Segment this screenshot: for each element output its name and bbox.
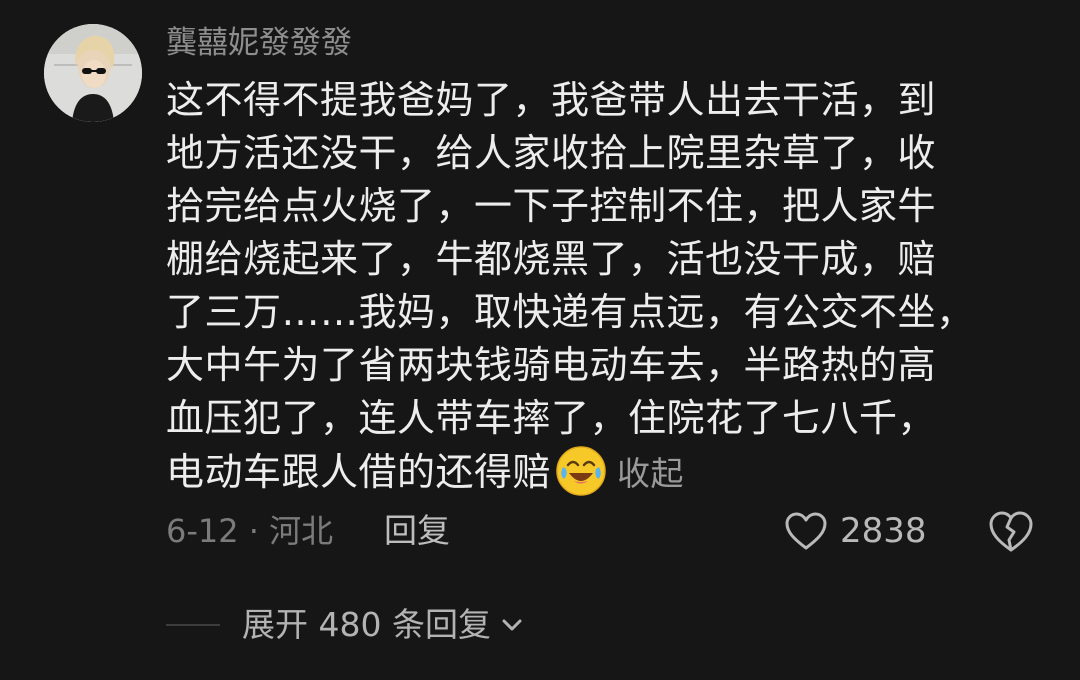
comment-line: 棚给烧起来了，牛都烧黑了，活也没干成，赔 bbox=[166, 237, 937, 281]
avatar[interactable] bbox=[44, 24, 142, 122]
comment-text: 这不得不提我爸妈了，我爸带人出去干活，到 地方活还没干，给人家收拾上院里杂草了，… bbox=[166, 74, 1006, 498]
chevron-down-icon bbox=[502, 619, 522, 631]
divider bbox=[166, 624, 220, 626]
username[interactable]: 龔囍妮發發發 bbox=[166, 20, 352, 66]
heart-icon bbox=[785, 512, 827, 550]
reply-button[interactable]: 回复 bbox=[384, 506, 450, 556]
crying-laughing-emoji bbox=[556, 446, 606, 496]
expand-replies-label: 展开 480 条回复 bbox=[242, 605, 491, 644]
comment-line: 电动车跟人借的还得赔 bbox=[166, 450, 552, 494]
comment-line: 拾完给点火烧了，一下子控制不住，把人家牛 bbox=[166, 184, 937, 228]
comment-line: 了三万……我妈，取快递有点远，有公交不坐， bbox=[166, 290, 975, 334]
broken-heart-icon bbox=[989, 511, 1033, 552]
comment-line: 血压犯了，连人带车摔了，住院花了七八千， bbox=[166, 396, 937, 440]
comment-line: 这不得不提我爸妈了，我爸带人出去干活，到 bbox=[166, 78, 937, 122]
like-button[interactable]: 2838 bbox=[784, 504, 927, 558]
comment-last-line: 电动车跟人借的还得赔 收起 bbox=[166, 445, 1006, 498]
comment-line: 大中午为了省两块钱骑电动车去，半路热的高 bbox=[166, 343, 937, 387]
comment-date-location: 6-12 · 河北 bbox=[166, 512, 334, 550]
expand-replies-row: 展开 480 条回复 bbox=[166, 600, 525, 650]
comment-line: 地方活还没干，给人家收拾上院里杂草了，收 bbox=[166, 131, 937, 175]
collapse-button[interactable]: 收起 bbox=[617, 454, 684, 493]
dislike-button[interactable] bbox=[986, 506, 1036, 556]
expand-replies-button[interactable]: 展开 480 条回复 bbox=[242, 600, 525, 650]
avatar-photo bbox=[44, 24, 142, 122]
like-count: 2838 bbox=[840, 511, 927, 551]
